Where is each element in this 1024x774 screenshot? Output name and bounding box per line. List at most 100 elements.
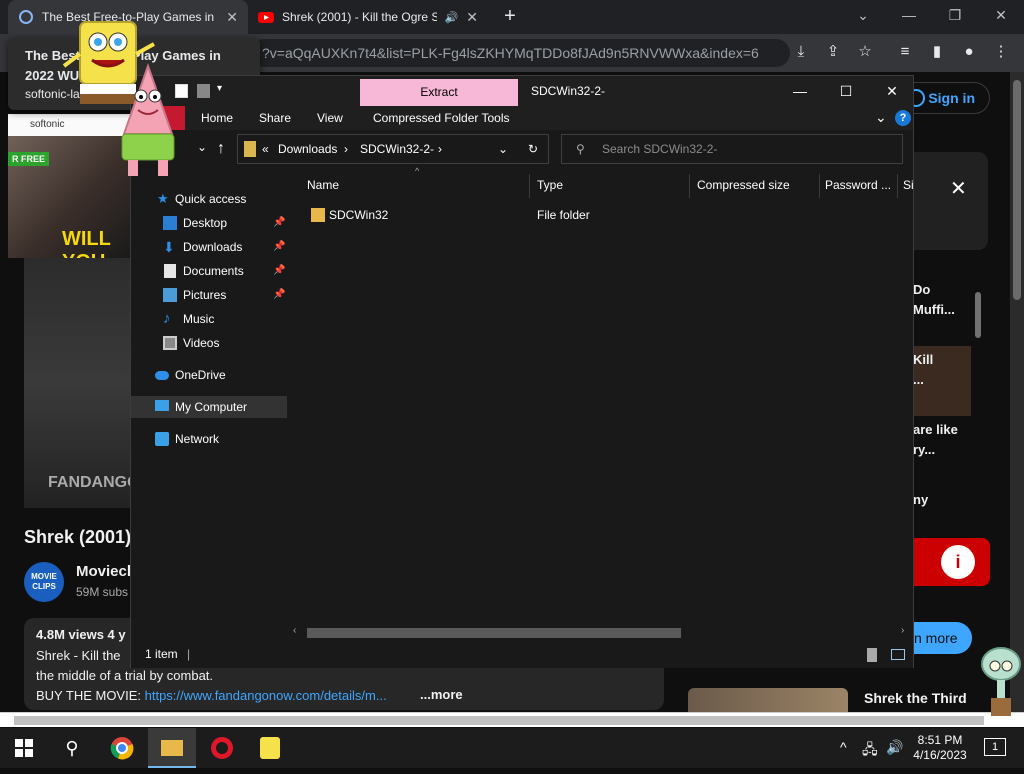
side-panel-icon[interactable]: ▮ [926,41,948,63]
info-icon[interactable]: i [941,545,975,579]
column-separator[interactable] [529,174,530,198]
qa-dropdown-icon[interactable]: ▾ [217,83,222,94]
buy-link[interactable]: https://www.fandangonow.com/details/m... [145,688,387,703]
details-view-icon[interactable] [867,648,877,662]
show-more-link[interactable]: ...more [420,687,463,702]
share-icon[interactable]: ⇪ [822,41,844,63]
media-control-icon[interactable]: ≡ [894,41,916,63]
breadcrumb-downloads[interactable]: Downloads [278,135,337,163]
tab-compressed-tools[interactable]: Compressed Folder Tools [373,111,510,125]
related-title[interactable]: Kill [913,352,933,367]
menu-kebab-icon[interactable]: ⋮ [990,41,1012,63]
scrollbar-thumb[interactable] [1013,80,1021,300]
breadcrumb-folder[interactable]: SDCWin32-2- [360,135,434,163]
close-window-button[interactable]: ✕ [978,0,1024,30]
expand-ribbon-icon[interactable]: ⌄ [875,109,887,126]
breadcrumb-separator[interactable]: › [438,135,442,163]
start-button[interactable] [0,728,48,768]
refresh-icon[interactable]: ↻ [528,135,538,163]
folder-qa-icon[interactable] [197,84,210,98]
explorer-close-button[interactable]: ✕ [869,80,915,102]
next-video-title[interactable]: Shrek the Third [864,690,967,706]
bookmark-star-icon[interactable]: ☆ [854,41,876,63]
related-title[interactable]: Muffi... [913,302,955,317]
network-tray-icon[interactable]: 🖧 [862,739,878,763]
tab-home[interactable]: Home [201,111,233,125]
system-clock[interactable]: 8:51 PM 4/16/2023 [908,733,972,763]
page-horizontal-scrollbar[interactable] [0,712,1024,727]
video-player[interactable] [24,258,130,508]
explorer-minimize-button[interactable]: — [777,80,823,102]
nav-my-computer[interactable]: My Computer [131,396,287,418]
close-tab-icon[interactable]: ✕ [466,9,478,26]
nav-documents[interactable]: Documents 📌 [131,260,287,282]
explorer-taskbar-button[interactable] [148,728,196,768]
spongebob-taskbar-button[interactable] [246,728,294,768]
nav-videos[interactable]: Videos [131,332,287,354]
address-dropdown-icon[interactable]: ⌄ [498,135,508,163]
related-title[interactable]: are like [913,422,958,437]
column-header-type[interactable]: Type [537,178,563,192]
explorer-search-input[interactable]: ⚲ Search SDCWin32-2- [561,134,903,164]
address-bar[interactable]: ?v=aQqAUXKn7t4&list=PLK-Fg4lsZKHYMqTDDo8… [250,39,790,67]
nav-music[interactable]: ♪ Music [131,308,287,330]
up-arrow-icon[interactable]: ↑ [217,140,225,158]
scrollbar-thumb[interactable] [307,628,681,638]
tray-overflow-icon[interactable]: ^ [840,739,847,755]
large-icons-view-icon[interactable] [891,649,905,660]
column-separator[interactable] [819,174,820,198]
minimize-button[interactable]: — [886,0,932,30]
nav-network[interactable]: Network [131,428,287,450]
volume-icon[interactable]: 🔊 [886,739,903,756]
page-vertical-scrollbar[interactable] [1010,72,1024,712]
explorer-address-bar[interactable]: « Downloads › SDCWin32-2- › ⌄ ↻ [237,134,549,164]
column-separator[interactable] [897,174,898,198]
squidward-sticker[interactable] [978,644,1024,728]
nav-quick-access[interactable]: ★ Quick access [131,188,287,210]
scroll-left-icon[interactable]: ‹ [293,625,296,636]
column-header-name[interactable]: Name [307,178,339,192]
tab-youtube[interactable]: Shrek (2001) - Kill the Ogre S 🔊 ✕ [248,0,488,34]
speaker-icon[interactable]: 🔊 [445,11,459,24]
notification-icon[interactable]: 1 [984,738,1006,756]
scroll-right-icon[interactable]: › [901,625,904,636]
patrick-sticker[interactable] [110,62,186,182]
opera-taskbar-button[interactable] [198,728,246,768]
column-separator[interactable] [689,174,690,198]
tab-share[interactable]: Share [259,111,291,125]
list-horizontal-scrollbar[interactable]: ‹ › [289,624,913,640]
learn-more-button[interactable]: n more [910,622,972,654]
next-video-thumbnail[interactable] [688,688,848,712]
explorer-title-bar[interactable]: ▾ Extract SDCWin32-2- — ☐ ✕ [131,76,913,106]
profile-icon[interactable]: ● [958,41,980,63]
chrome-taskbar-button[interactable] [98,728,146,768]
help-icon[interactable]: ? [895,110,911,126]
channel-avatar[interactable]: MOVIE CLIPS [24,562,64,602]
breadcrumb-separator[interactable]: › [344,135,348,163]
address-overflow[interactable]: « [262,135,269,163]
scrollbar-thumb[interactable] [14,716,984,725]
related-title[interactable]: ry... [913,442,935,457]
related-title[interactable]: ny [913,492,928,507]
nav-pictures[interactable]: Pictures 📌 [131,284,287,306]
channel-name[interactable]: Moviecl [76,563,131,580]
close-tab-icon[interactable]: ✕ [226,9,238,26]
nav-onedrive[interactable]: OneDrive [131,364,287,386]
sidebar-scrollbar[interactable] [975,292,981,338]
nav-downloads[interactable]: ⬇ Downloads 📌 [131,236,287,258]
nav-desktop[interactable]: Desktop 📌 [131,212,287,234]
install-icon[interactable]: ⤓ [790,41,812,63]
close-icon[interactable]: ✕ [950,176,967,201]
related-title[interactable]: Do [913,282,930,297]
recent-dropdown-icon[interactable]: ⌄ [197,140,207,154]
explorer-maximize-button[interactable]: ☐ [823,80,869,102]
column-header-size[interactable]: Si [903,178,914,192]
restore-button[interactable]: ❐ [932,0,978,30]
search-icon[interactable]: ⚲ [48,728,96,768]
tab-search-icon[interactable]: ⌄ [840,0,886,30]
tab-extract[interactable]: Extract [360,79,518,106]
new-tab-button[interactable]: + [498,5,522,29]
related-title[interactable]: ... [913,372,924,387]
file-row[interactable]: SDCWin32 File folder [299,204,899,226]
column-header-compressed-size[interactable]: Compressed size [697,178,790,192]
